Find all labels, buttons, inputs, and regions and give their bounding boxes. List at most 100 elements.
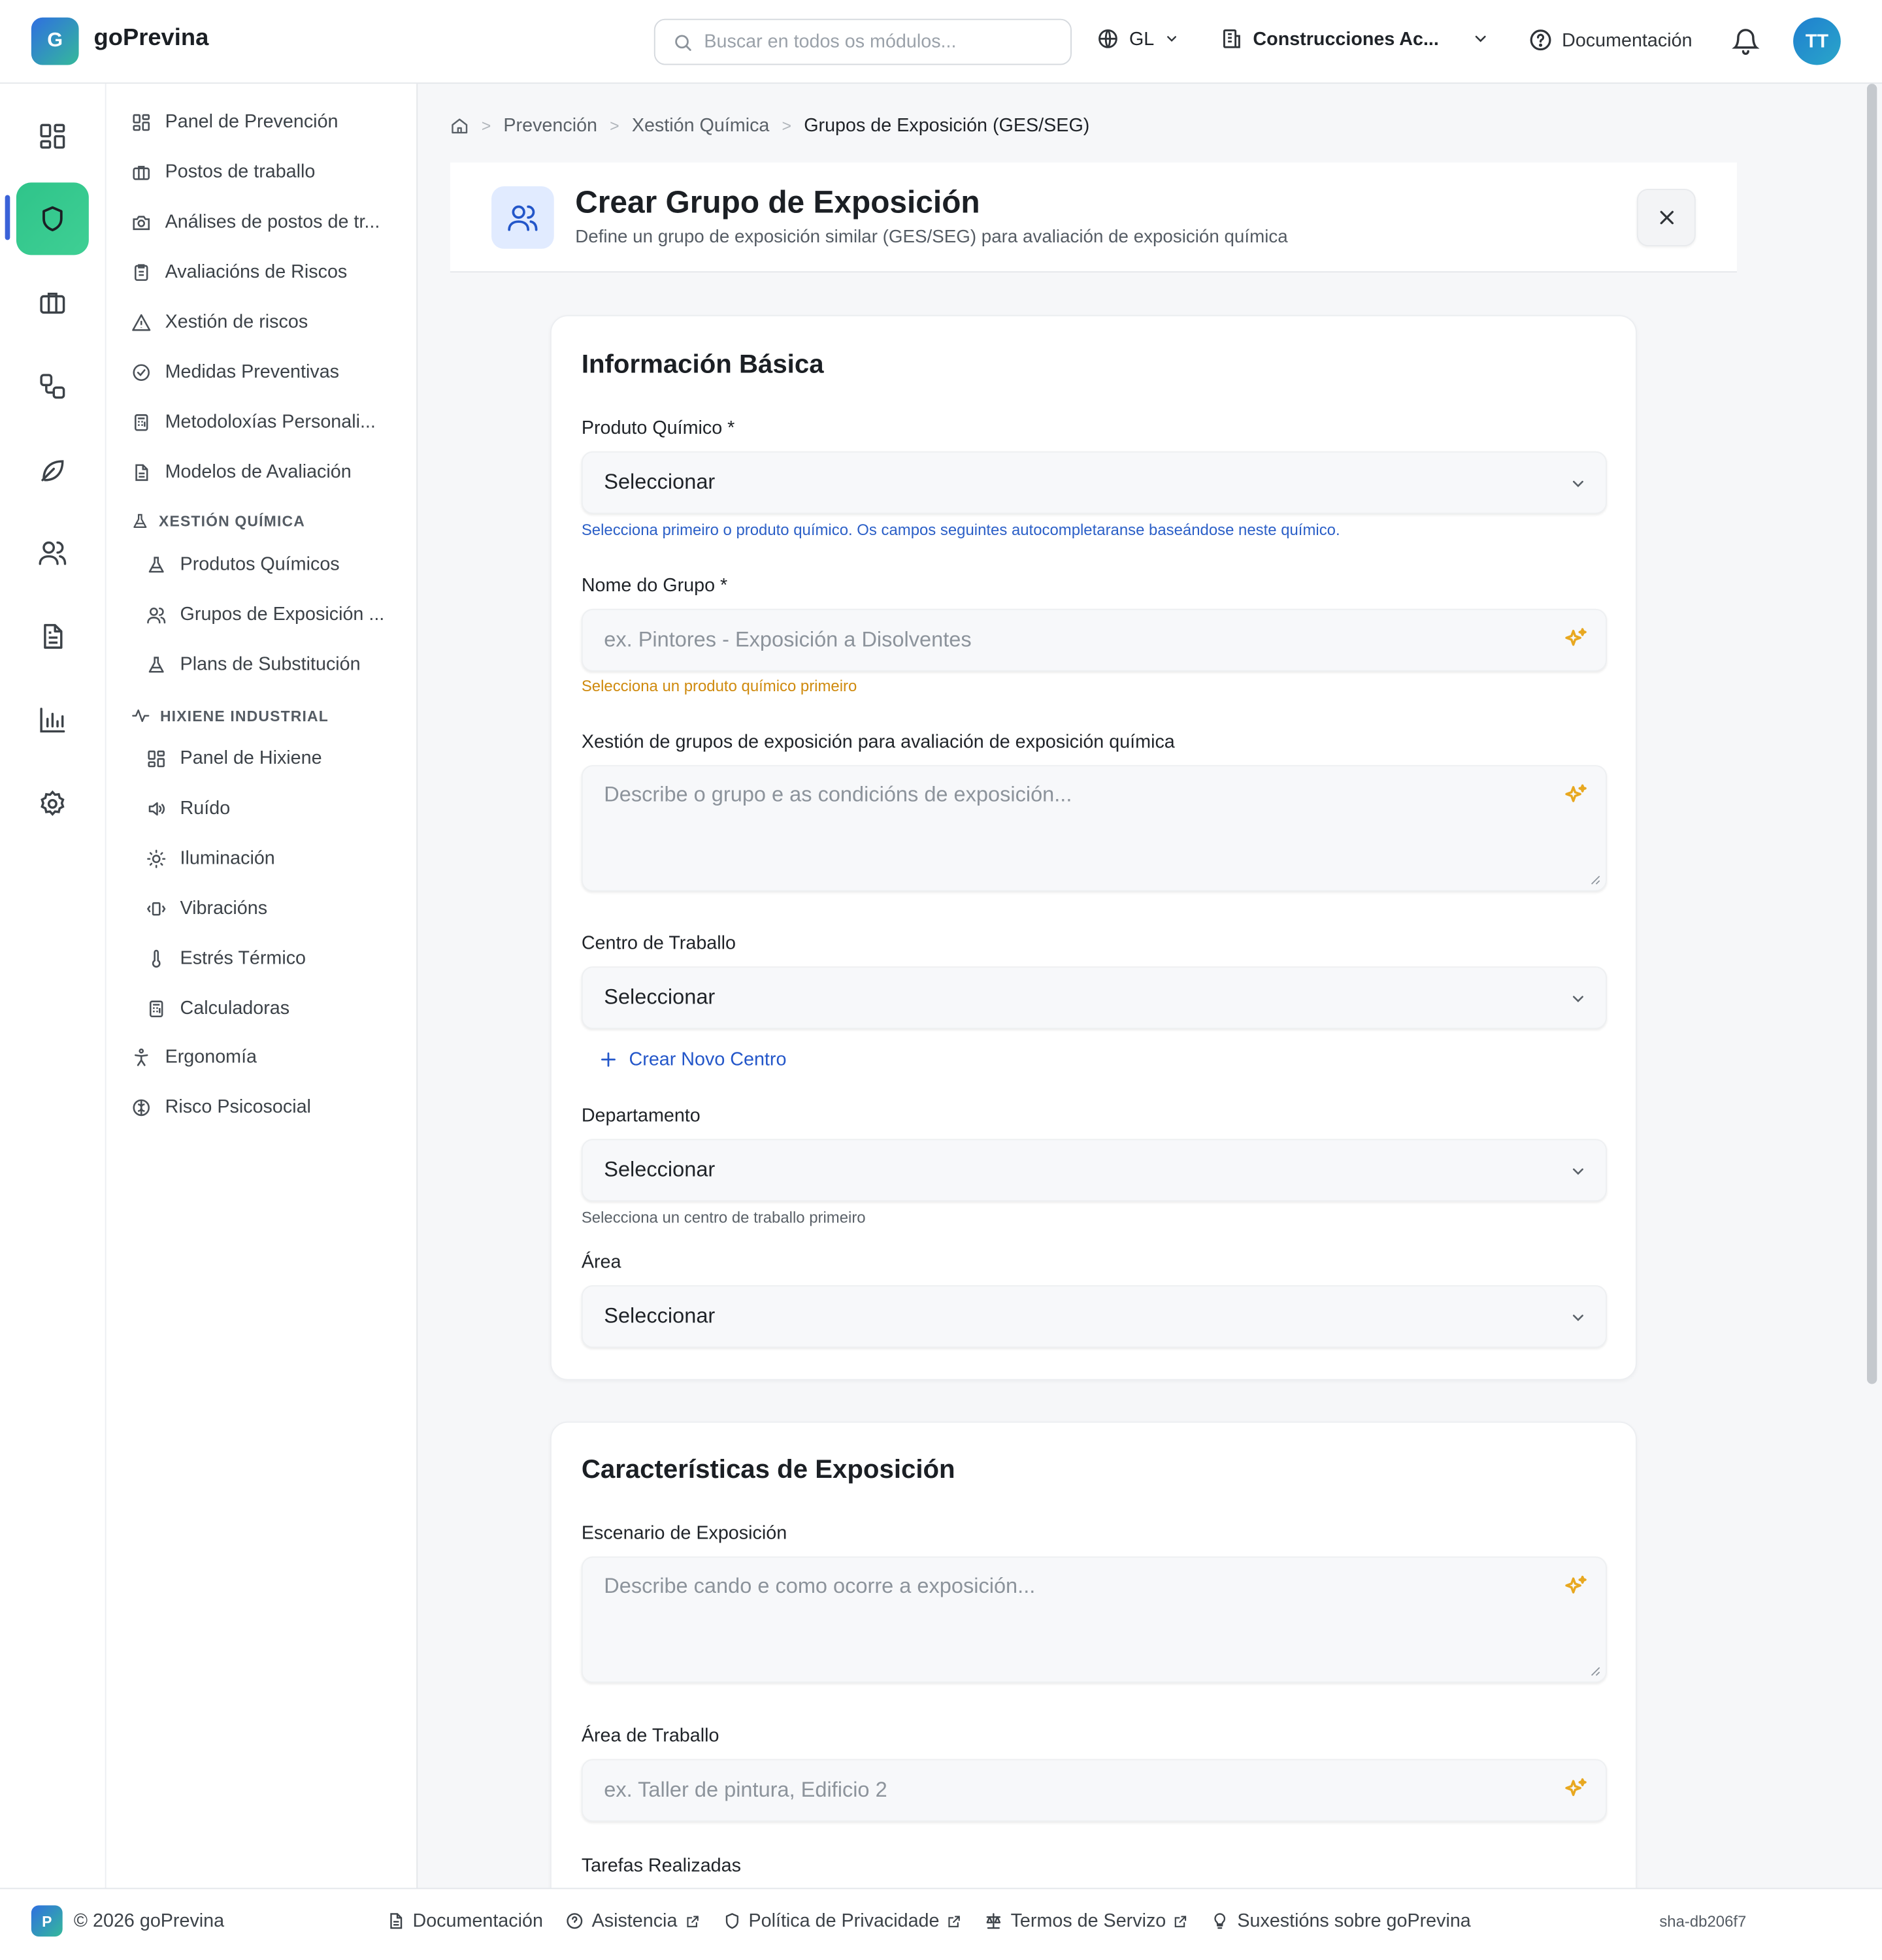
breadcrumb-separator: > xyxy=(610,116,619,135)
footer-link-suggestions[interactable]: Suxestións sobre goPrevina xyxy=(1211,1910,1471,1932)
app-logo[interactable]: G xyxy=(31,17,79,65)
briefcase-icon[interactable] xyxy=(16,267,89,339)
document-icon[interactable] xyxy=(16,600,89,673)
page-scrollbar[interactable] xyxy=(1867,84,1877,1384)
sidebar-item-psychosocial-risk[interactable]: Risco Psicosocial xyxy=(131,1096,311,1118)
create-workcenter-link[interactable]: Crear Novo Centro xyxy=(599,1049,786,1070)
thermometer-icon xyxy=(146,948,167,968)
external-link-icon xyxy=(947,1914,962,1929)
breadcrumb-item[interactable]: Xestión Química xyxy=(632,115,770,137)
vibration-icon xyxy=(146,898,167,919)
app-root: G goPrevina GL Construcciones Ac... xyxy=(0,0,1882,1960)
exposure-scenario-field[interactable] xyxy=(581,1556,1607,1683)
brain-icon xyxy=(131,1097,152,1117)
sidebar-item-prevention-panel[interactable]: Panel de Prevención xyxy=(131,111,338,133)
sidebar-item-label: Panel de Prevención xyxy=(165,111,338,133)
resize-handle-icon[interactable] xyxy=(1589,1665,1600,1676)
sidebar-item-label: Postos de traballo xyxy=(165,161,316,183)
bar-chart-icon[interactable] xyxy=(16,684,89,757)
sidebar-item-label: Vibracións xyxy=(180,897,268,919)
footer-link-documentation[interactable]: Documentación xyxy=(386,1910,543,1932)
help-circle-icon xyxy=(565,1912,584,1931)
resize-handle-icon[interactable] xyxy=(1589,874,1600,885)
group-name-input[interactable] xyxy=(604,610,1555,670)
check-circle-icon xyxy=(131,362,152,382)
sidebar-item-evaluation-models[interactable]: Modelos de Avaliación xyxy=(131,461,352,483)
sidebar-item-exposure-groups[interactable]: Grupos de Exposición ... xyxy=(146,604,384,625)
users-icon[interactable] xyxy=(16,516,89,589)
work-area-input[interactable] xyxy=(604,1760,1555,1821)
footer-link-label: Documentación xyxy=(412,1910,543,1932)
section-title: XESTIÓN QUÍMICA xyxy=(159,512,305,531)
user-avatar[interactable]: TT xyxy=(1793,17,1841,65)
sidebar-item-workstation-analysis[interactable]: Análises de postos de tr... xyxy=(131,211,380,233)
footer-copyright: © 2026 goPrevina xyxy=(73,1910,225,1932)
leaf-icon[interactable] xyxy=(16,434,89,506)
work-area-field[interactable] xyxy=(581,1759,1607,1822)
field-hint: Selecciona un produto químico primeiro xyxy=(581,678,857,695)
sidebar-item-calculators[interactable]: Calculadoras xyxy=(146,998,289,1019)
sidebar-item-vibrations[interactable]: Vibracións xyxy=(146,898,267,919)
sidebar-item-preventive-measures[interactable]: Medidas Preventivas xyxy=(131,361,339,383)
documentation-label: Documentación xyxy=(1562,29,1692,51)
sidebar-item-substitution-plans[interactable]: Plans de Substitución xyxy=(146,654,361,675)
sidebar-item-hygiene-panel[interactable]: Panel de Hixiene xyxy=(146,747,322,769)
home-icon[interactable] xyxy=(450,116,469,135)
select-value: Seleccionar xyxy=(604,1303,716,1328)
footer-link-privacy[interactable]: Política de Privacidade xyxy=(722,1910,962,1932)
select-value: Seleccionar xyxy=(604,470,716,494)
section-industrial-hygiene[interactable]: HIXIENE INDUSTRIAL xyxy=(131,706,329,725)
sidebar-item-thermal-stress[interactable]: Estrés Térmico xyxy=(146,947,306,970)
flask-icon xyxy=(146,555,167,575)
department-select[interactable]: Seleccionar xyxy=(581,1139,1607,1201)
sidebar-item-risk-assessments[interactable]: Avaliacións de Riscos xyxy=(131,261,347,282)
workflow-icon[interactable] xyxy=(16,350,89,423)
sidebar-item-risk-management[interactable]: Xestión de riscos xyxy=(131,311,308,333)
sidebar-item-label: Risco Psicosocial xyxy=(165,1096,311,1118)
sparkles-icon[interactable] xyxy=(1562,1574,1589,1601)
global-search[interactable] xyxy=(653,18,1072,65)
workcenter-select[interactable]: Seleccionar xyxy=(581,966,1607,1029)
breadcrumb-current: Grupos de Exposición (GES/SEG) xyxy=(804,115,1090,137)
sidebar-item-label: Modelos de Avaliación xyxy=(165,461,352,483)
clipboard-icon xyxy=(131,262,152,282)
documentation-link[interactable]: Documentación xyxy=(1528,27,1692,52)
description-textarea[interactable] xyxy=(604,782,1555,883)
bell-icon[interactable] xyxy=(1730,25,1760,57)
warning-icon xyxy=(131,312,152,332)
speaker-icon xyxy=(146,798,167,819)
company-selector[interactable]: Construcciones Ac... xyxy=(1221,27,1489,50)
sidebar-item-custom-methodologies[interactable]: Metodoloxías Personali... xyxy=(131,412,376,433)
file-icon xyxy=(386,1912,405,1931)
shield-icon[interactable] xyxy=(16,182,89,255)
close-button[interactable] xyxy=(1636,188,1696,246)
sidebar-item-noise[interactable]: Ruído xyxy=(146,798,230,819)
area-select[interactable]: Seleccionar xyxy=(581,1285,1607,1348)
sidebar-item-ergonomics[interactable]: Ergonomía xyxy=(131,1047,257,1068)
sidebar: Panel de Prevención Postos de traballo A… xyxy=(106,84,418,1888)
dashboard-icon[interactable] xyxy=(16,100,89,172)
footer-link-support[interactable]: Asistencia xyxy=(565,1910,699,1932)
group-name-field[interactable] xyxy=(581,608,1607,672)
section-chemical-management[interactable]: XESTIÓN QUÍMICA xyxy=(131,512,305,531)
sidebar-item-label: Análises de postos de tr... xyxy=(165,211,380,233)
sidebar-item-label: Estrés Térmico xyxy=(180,947,306,970)
sidebar-item-chemical-products[interactable]: Produtos Químicos xyxy=(146,554,340,575)
sidebar-item-lighting[interactable]: Iluminación xyxy=(146,847,275,869)
footer-link-terms[interactable]: Termos de Servizo xyxy=(984,1910,1188,1932)
calculator-icon xyxy=(131,412,152,433)
description-field[interactable] xyxy=(581,765,1607,892)
search-input[interactable] xyxy=(704,31,1055,53)
language-selector[interactable]: GL xyxy=(1097,27,1179,50)
breadcrumb-item[interactable]: Prevención xyxy=(503,115,597,137)
sparkles-icon[interactable] xyxy=(1562,783,1589,810)
sidebar-item-workstations[interactable]: Postos de traballo xyxy=(131,161,316,183)
settings-icon[interactable] xyxy=(16,768,89,840)
footer-link-label: Termos de Servizo xyxy=(1010,1910,1166,1932)
sparkles-icon[interactable] xyxy=(1562,627,1589,654)
sparkles-icon[interactable] xyxy=(1562,1776,1589,1804)
select-value: Seleccionar xyxy=(604,1157,716,1182)
exposure-scenario-textarea[interactable] xyxy=(604,1574,1555,1674)
chevron-down-icon xyxy=(1570,990,1587,1008)
chemical-product-select[interactable]: Seleccionar xyxy=(581,451,1607,514)
